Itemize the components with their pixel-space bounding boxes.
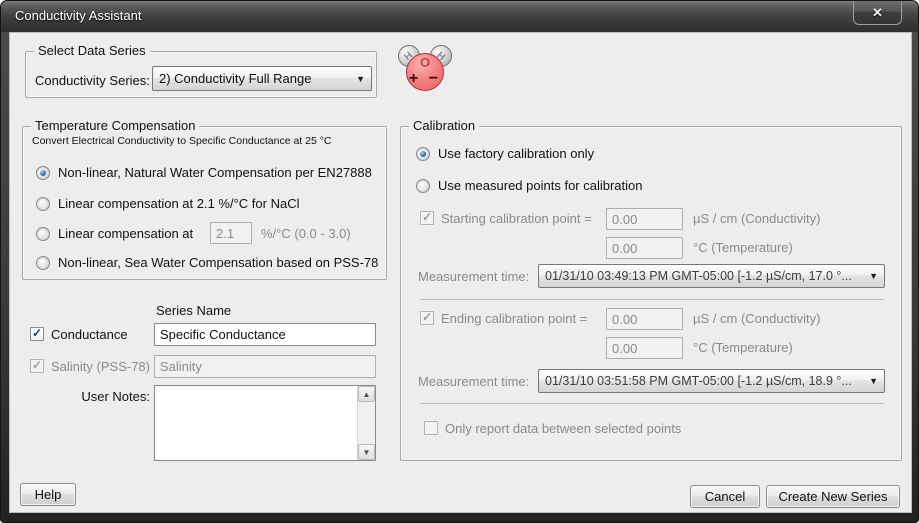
close-icon: ✕ <box>872 5 883 21</box>
radio-factory-calibration[interactable] <box>416 147 430 161</box>
group-temperature-compensation: Temperature Compensation Convert Electri… <box>22 126 387 280</box>
user-notes-container: ▲ ▼ <box>154 385 376 461</box>
starting-measurement-time-value: 01/31/10 03:49:13 PM GMT-05:00 [-1.2 µS/… <box>545 269 863 283</box>
starting-measurement-time-select[interactable]: 01/31/10 03:49:13 PM GMT-05:00 [-1.2 µS/… <box>538 264 885 288</box>
cancel-button[interactable]: Cancel <box>690 485 760 508</box>
radio-nonlinear-natural-water-label: Non-linear, Natural Water Compensation p… <box>58 165 372 180</box>
temp-comp-subtitle: Convert Electrical Conductivity to Speci… <box>32 135 332 147</box>
ending-measurement-time-value: 01/31/10 03:51:58 PM GMT-05:00 [-1.2 µS/… <box>545 374 863 388</box>
separator <box>420 299 884 300</box>
starting-measurement-time-label: Measurement time: <box>418 269 529 284</box>
radio-measured-points[interactable] <box>416 179 430 193</box>
radio-nonlinear-natural-water[interactable] <box>36 166 50 180</box>
create-new-series-button[interactable]: Create New Series <box>766 485 900 508</box>
group-title-calibration: Calibration <box>409 118 479 133</box>
starting-temperature-field <box>606 237 683 259</box>
ending-conductivity-field <box>606 308 683 330</box>
ending-calibration-checkbox: ✓ <box>420 311 434 325</box>
salinity-checkbox: ✓ <box>30 359 44 373</box>
starting-calibration-label: Starting calibration point = <box>441 211 592 226</box>
conductance-name-field[interactable] <box>154 323 376 346</box>
salinity-label: Salinity (PSS-78) <box>51 359 150 374</box>
water-molecule-icon: H H O + − <box>398 44 452 94</box>
salinity-name-field <box>154 355 376 378</box>
dialog-content: Select Data Series Conductivity Series: … <box>9 32 912 513</box>
plus-minus-icon: + − <box>407 70 443 88</box>
radio-linear-nacl[interactable] <box>36 197 50 211</box>
radio-factory-calibration-label: Use factory calibration only <box>438 146 594 161</box>
ending-measurement-time-label: Measurement time: <box>418 374 529 389</box>
scroll-down-icon: ▼ <box>363 448 371 457</box>
ending-measurement-time-select[interactable]: 01/31/10 03:51:58 PM GMT-05:00 [-1.2 µS/… <box>538 369 885 393</box>
scroll-down-button[interactable]: ▼ <box>358 444 375 460</box>
check-icon: ✓ <box>422 211 432 223</box>
titlebar[interactable]: Conductivity Assistant <box>1 1 918 32</box>
group-title-temperature-compensation: Temperature Compensation <box>31 118 199 133</box>
user-notes-scrollbar[interactable]: ▲ ▼ <box>357 386 375 460</box>
check-icon: ✓ <box>32 327 42 339</box>
starting-conductivity-field <box>606 208 683 230</box>
radio-linear-nacl-label: Linear compensation at 2.1 %/°C for NaCl <box>58 196 299 211</box>
chevron-down-icon: ▼ <box>869 376 878 386</box>
user-notes-label: User Notes: <box>76 389 150 404</box>
ending-conductivity-unit: µS / cm (Conductivity) <box>693 311 820 326</box>
radio-linear-custom-label: Linear compensation at <box>58 226 193 241</box>
linear-custom-rate-field <box>210 222 252 244</box>
conductance-label: Conductance <box>51 327 128 342</box>
scroll-up-icon: ▲ <box>363 390 371 399</box>
conductivity-series-select[interactable]: 2) Conductivity Full Range ▼ <box>152 66 372 91</box>
radio-nonlinear-sea-water[interactable] <box>36 256 50 270</box>
radio-linear-custom-suffix: %/°C (0.0 - 3.0) <box>261 226 351 241</box>
conductivity-assistant-dialog: Conductivity Assistant ✕ Select Data Ser… <box>0 0 919 523</box>
separator <box>420 403 884 404</box>
radio-linear-custom[interactable] <box>36 227 50 241</box>
scroll-up-button[interactable]: ▲ <box>358 386 375 402</box>
only-report-checkbox <box>424 421 438 435</box>
only-report-label: Only report data between selected points <box>445 421 681 436</box>
series-name-header: Series Name <box>156 303 231 318</box>
starting-conductivity-unit: µS / cm (Conductivity) <box>693 211 820 226</box>
group-select-data-series: Select Data Series Conductivity Series: … <box>25 51 377 98</box>
ending-temperature-unit: °C (Temperature) <box>693 340 793 355</box>
ending-temperature-field <box>606 337 683 359</box>
help-button[interactable]: Help <box>20 483 76 506</box>
starting-temperature-unit: °C (Temperature) <box>693 240 793 255</box>
scrollbar-track[interactable] <box>358 402 375 444</box>
user-notes-textarea[interactable] <box>155 386 357 460</box>
window-title: Conductivity Assistant <box>15 8 141 23</box>
conductivity-series-label: Conductivity Series: <box>35 73 150 88</box>
conductivity-series-value: 2) Conductivity Full Range <box>159 71 350 86</box>
chevron-down-icon: ▼ <box>356 74 365 84</box>
radio-nonlinear-sea-water-label: Non-linear, Sea Water Compensation based… <box>58 255 378 270</box>
group-title-select-data-series: Select Data Series <box>34 43 150 58</box>
radio-measured-points-label: Use measured points for calibration <box>438 178 643 193</box>
ending-calibration-label: Ending calibration point = <box>441 311 587 326</box>
conductance-checkbox[interactable]: ✓ <box>30 327 44 341</box>
chevron-down-icon: ▼ <box>869 271 878 281</box>
group-calibration: Calibration Use factory calibration only… <box>400 126 902 461</box>
check-icon: ✓ <box>422 311 432 323</box>
close-button[interactable]: ✕ <box>853 0 902 25</box>
oxygen-body-icon: O + − <box>406 53 444 91</box>
starting-calibration-checkbox: ✓ <box>420 211 434 225</box>
check-icon: ✓ <box>32 359 42 371</box>
